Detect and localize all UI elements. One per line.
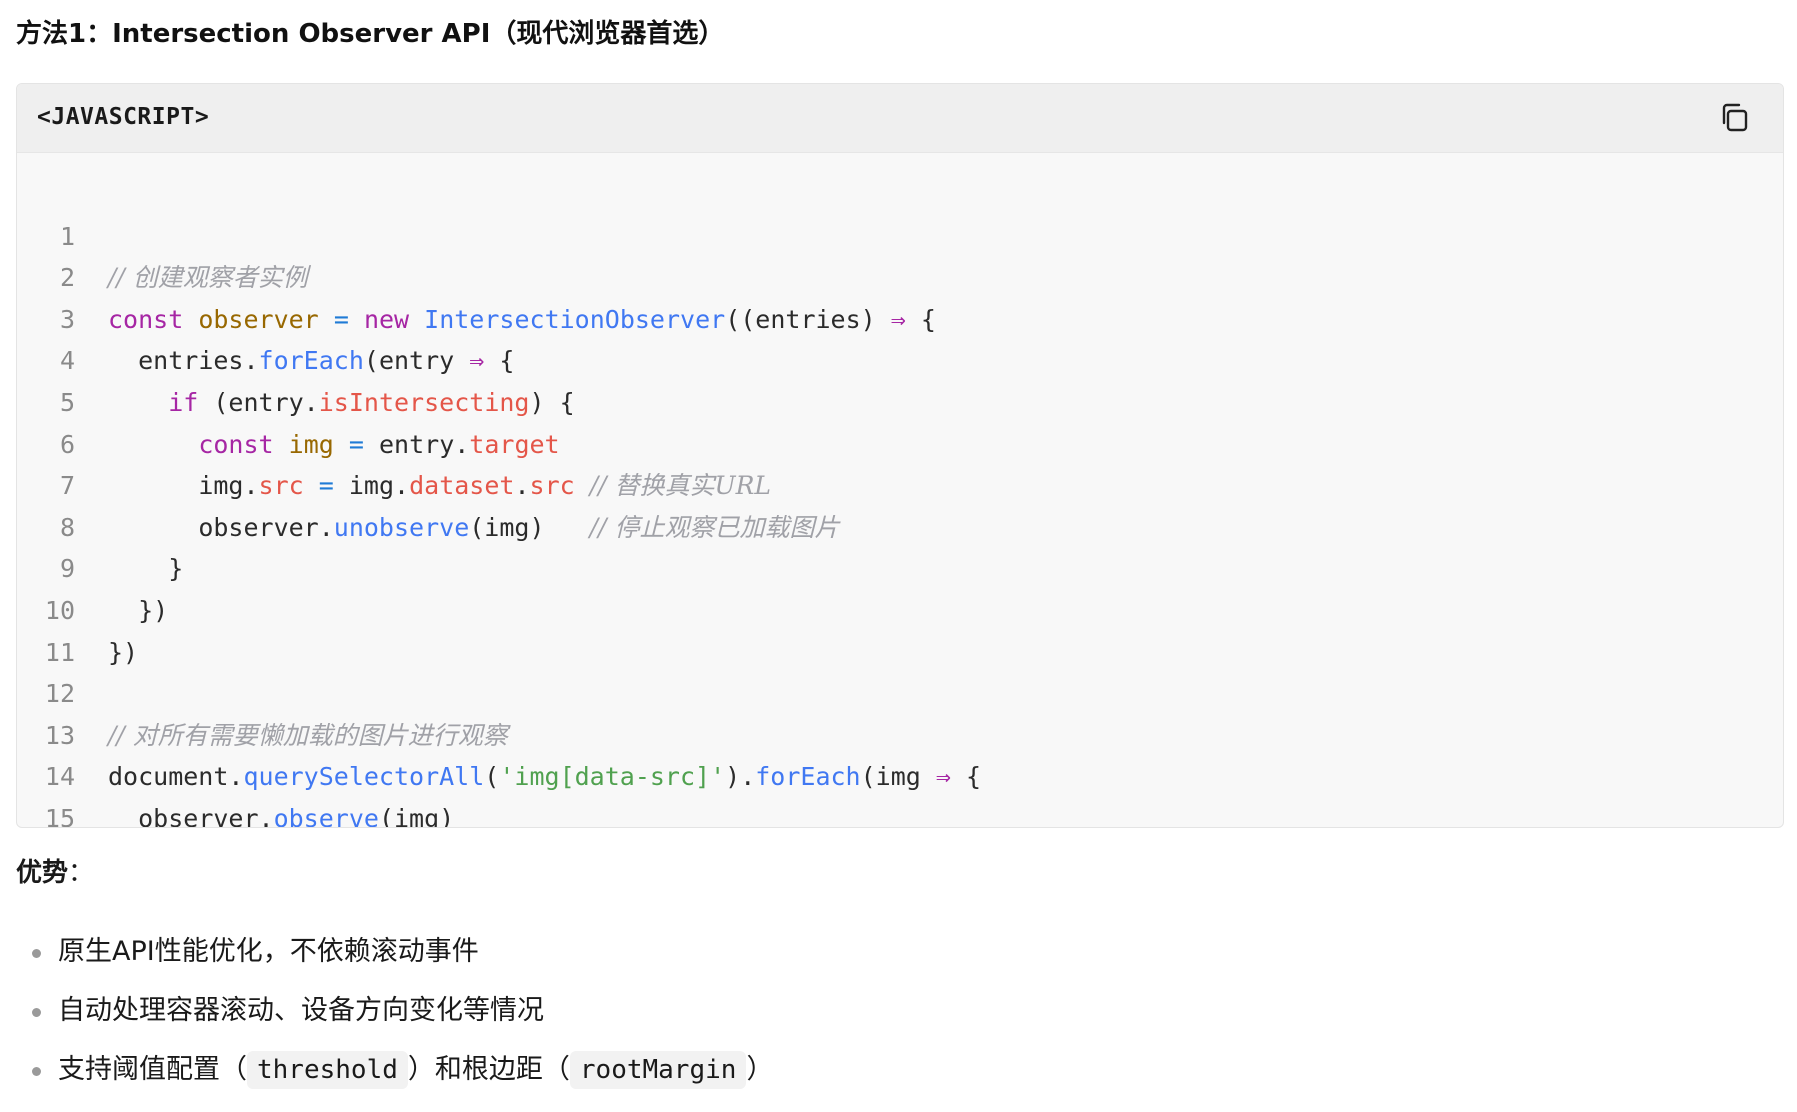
advantages-title: 优势： bbox=[16, 853, 94, 893]
inline-code-rootmargin: rootMargin bbox=[569, 1051, 747, 1089]
code-line: 8 } bbox=[17, 465, 1783, 584]
line-content: observer.observe(img) bbox=[108, 798, 455, 828]
bullet-icon bbox=[32, 949, 41, 958]
section-heading: 方法1：Intersection Observer API（现代浏览器首选） bbox=[16, 19, 725, 49]
list-item: 支持阈值配置（ threshold ）和根边距（ rootMargin） bbox=[16, 1048, 773, 1107]
inline-code-threshold: threshold bbox=[247, 1051, 408, 1089]
code-line: 5 const img = entry.target bbox=[17, 340, 1783, 459]
code-line: 1 // 创建观察者实例 bbox=[17, 174, 1783, 293]
list-item-text: 支持阈值配置 bbox=[58, 1054, 220, 1085]
bullet-icon bbox=[32, 1008, 41, 1017]
list-item-text: 和根边距 bbox=[434, 1054, 543, 1085]
bullet-icon bbox=[32, 1067, 41, 1076]
code-block-header: <JAVASCRIPT> bbox=[17, 84, 1783, 153]
code-line: 9 }) bbox=[17, 507, 1783, 625]
code-function: observe bbox=[273, 803, 379, 828]
code-line: 15 }) bbox=[17, 756, 1783, 827]
code-line: 4 if (entry.isIntersecting) { bbox=[17, 299, 1783, 417]
open-paren: （ bbox=[542, 1054, 570, 1085]
close-paren: ） bbox=[746, 1054, 774, 1085]
code-line: 3 entries.forEach(entry ⇒ { bbox=[17, 257, 1783, 376]
list-item-text: 自动处理容器滚动、设备方向变化等情况 bbox=[58, 995, 544, 1026]
line-number: 15 bbox=[44, 803, 75, 828]
code-line: 11 bbox=[17, 590, 1783, 667]
code-text: (img) bbox=[378, 803, 455, 828]
advantages-label: 优势 bbox=[16, 858, 69, 888]
list-item: 原生API性能优化，不依赖滚动事件 bbox=[16, 930, 773, 989]
code-line: 14 observer.observe(img) bbox=[17, 715, 1783, 827]
close-paren: ） bbox=[407, 1054, 435, 1085]
code-line: 13 document.querySelectorAll('img[data-s… bbox=[17, 673, 1783, 792]
code-line: 12 // 对所有需要懒加载的图片进行观察 bbox=[17, 632, 1783, 750]
code-line: 2 const observer = new IntersectionObser… bbox=[17, 216, 1783, 334]
advantages-list: 原生API性能优化，不依赖滚动事件 自动处理容器滚动、设备方向变化等情况 支持阈… bbox=[16, 930, 773, 1107]
copy-icon[interactable] bbox=[1717, 100, 1753, 136]
page: 方法1：Intersection Observer API（现代浏览器首选） <… bbox=[16, 0, 1784, 1089]
code-line: 10 }) bbox=[17, 548, 1783, 667]
code-block: <JAVASCRIPT> 1 // 创建观察者实例 2 const observ… bbox=[16, 83, 1784, 828]
list-item: 自动处理容器滚动、设备方向变化等情况 bbox=[16, 989, 773, 1048]
code-language-label: <JAVASCRIPT> bbox=[37, 104, 210, 130]
code-text: observer. bbox=[138, 803, 274, 828]
code-body: 1 // 创建观察者实例 2 const observer = new Inte… bbox=[17, 174, 1783, 827]
list-item-text: 原生API性能优化，不依赖滚动事件 bbox=[58, 936, 479, 967]
code-line: 6 img.src = img.dataset.src // 替换真实URL bbox=[17, 382, 1783, 501]
open-paren: （ bbox=[220, 1054, 247, 1085]
code-line: 7 observer.unobserve(img) // 停止观察已加载图片 bbox=[17, 424, 1783, 542]
advantages-colon: ： bbox=[68, 858, 95, 888]
